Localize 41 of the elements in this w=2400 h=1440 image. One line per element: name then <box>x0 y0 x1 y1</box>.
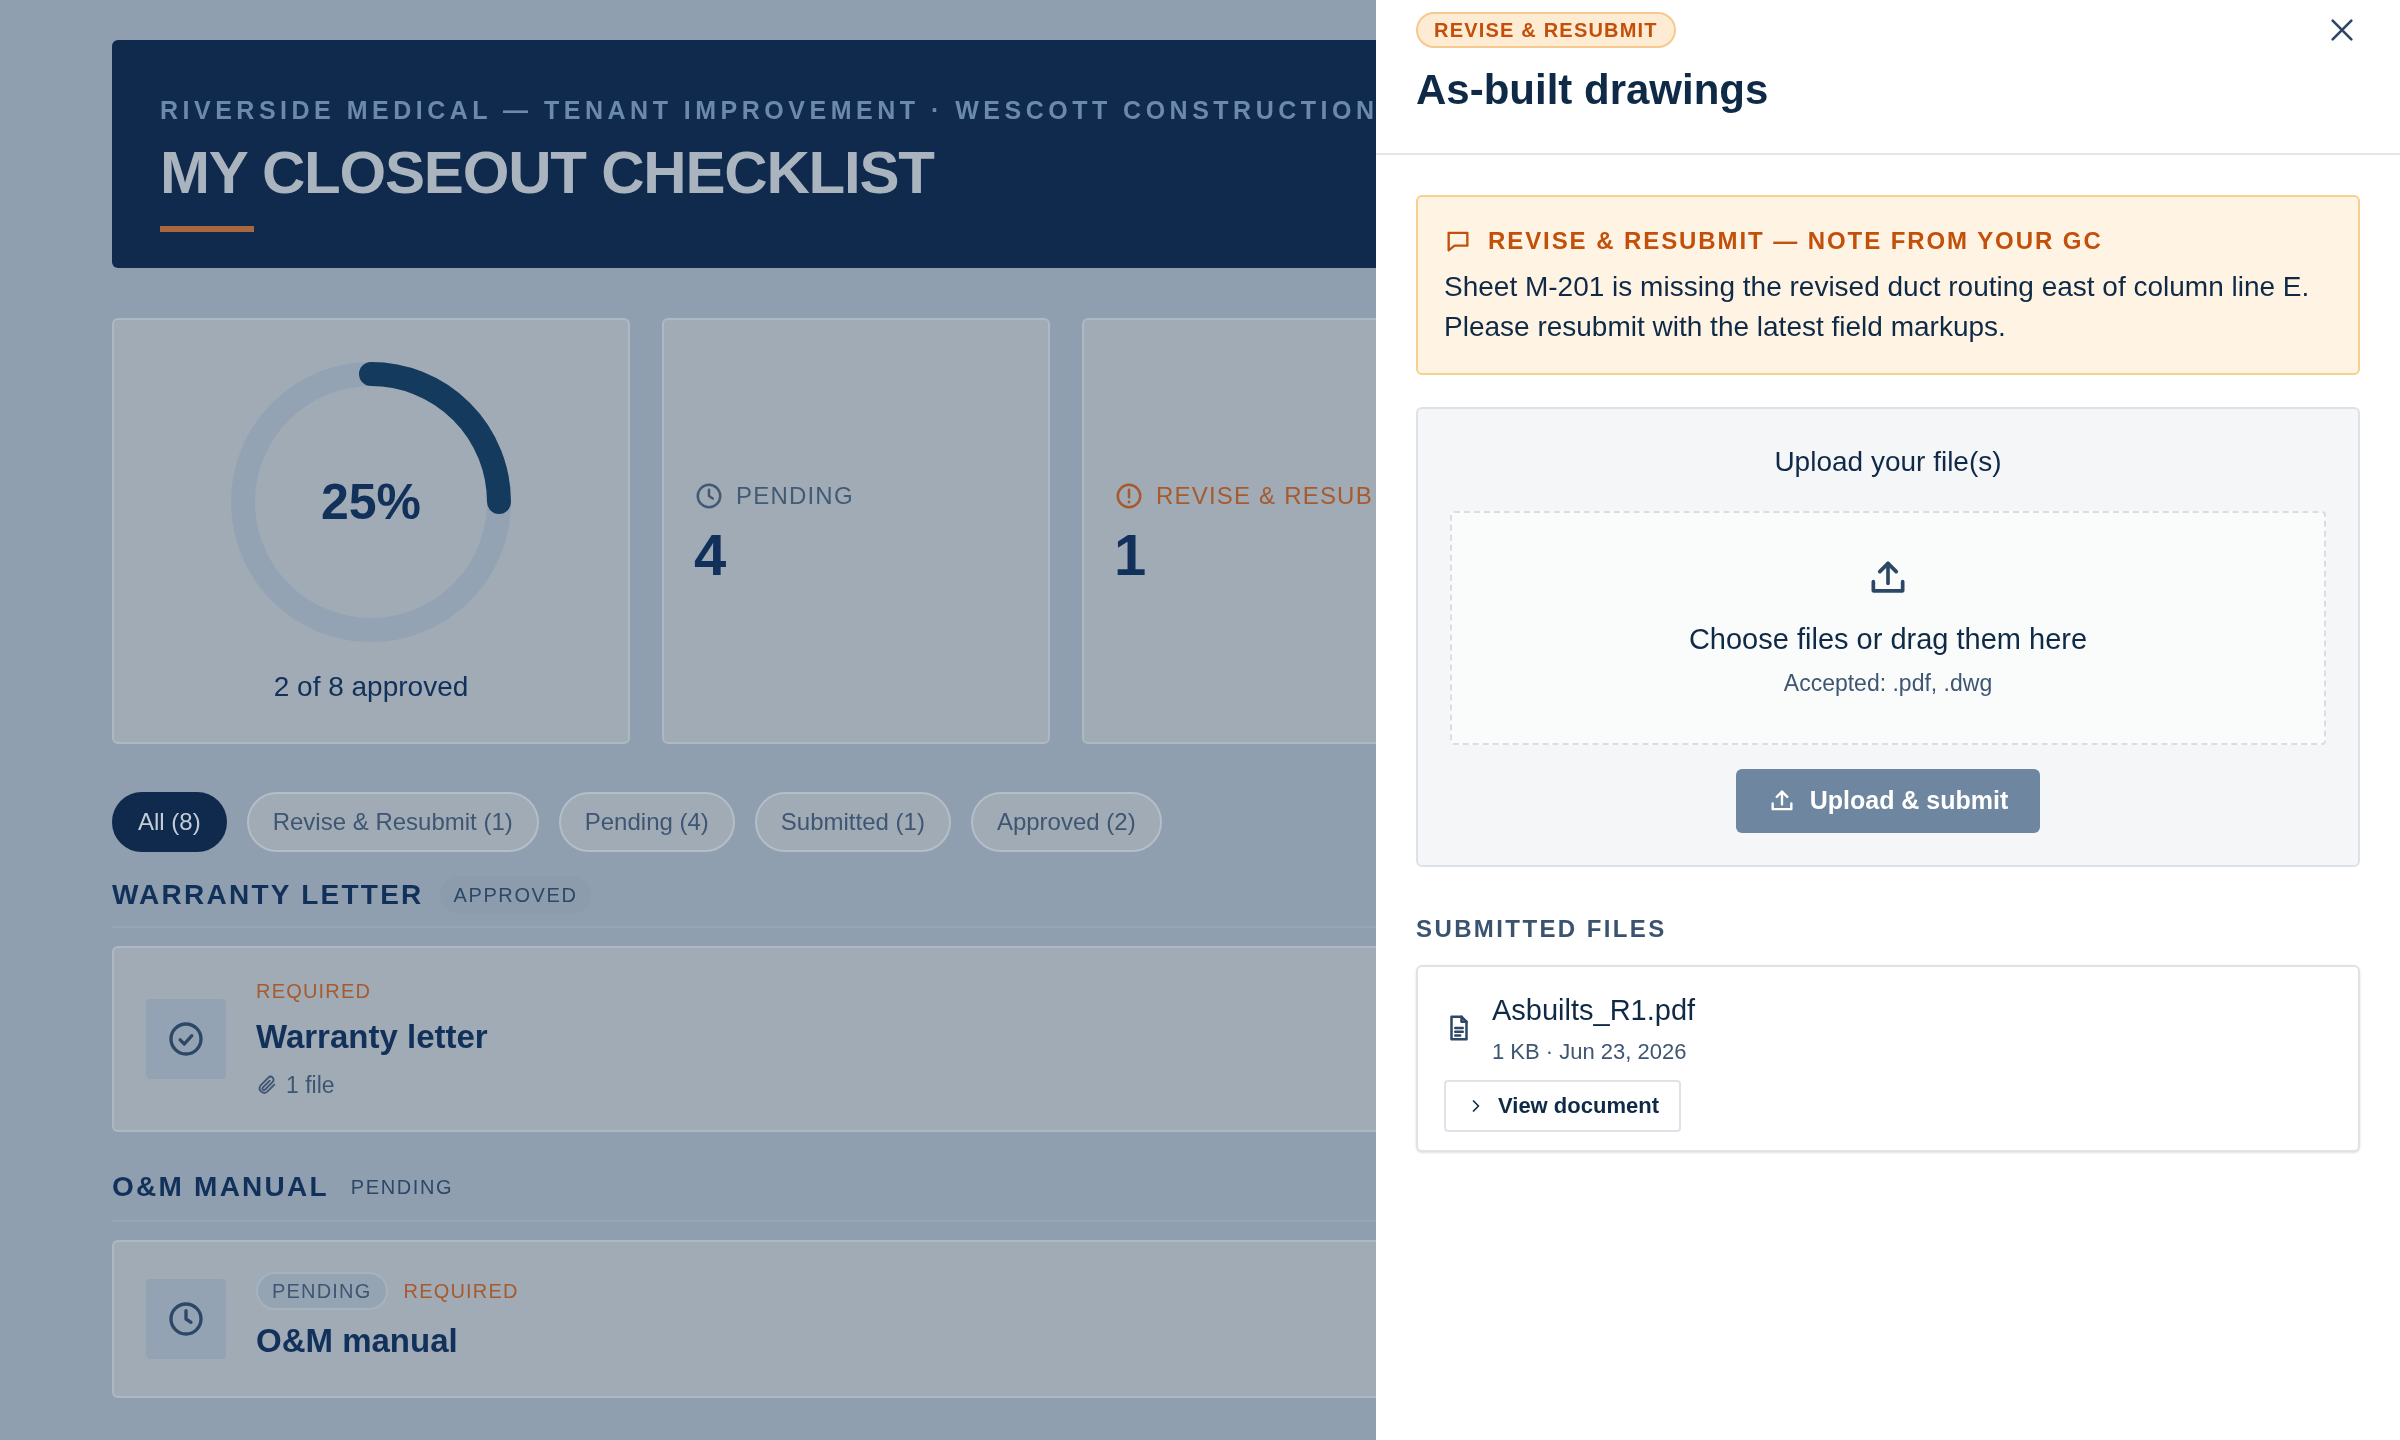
clock-icon <box>694 481 724 511</box>
status-label: PENDING <box>349 1175 455 1200</box>
section-heading: SUBMITTED FILES <box>1416 914 1668 944</box>
stat-label: PENDING <box>736 481 854 511</box>
stat-value: 4 <box>694 526 728 584</box>
filter-chip[interactable]: Approved (2) <box>970 792 1162 852</box>
filter-chip[interactable]: All (8) <box>112 792 227 852</box>
stat-label: REVISE & RESUB <box>1156 481 1373 511</box>
drop-prompt: Choose files or drag them here <box>1688 622 2088 657</box>
item-title: Warranty letter <box>256 1017 488 1057</box>
check-circle-icon <box>166 1019 206 1059</box>
progress-percent: 25% <box>320 472 422 532</box>
filter-chip[interactable]: Submitted (1) <box>754 792 951 852</box>
filter-chip[interactable]: Revise & Resubmit (1) <box>246 792 539 852</box>
clock-icon <box>166 1299 206 1339</box>
status-badge: PENDING <box>256 1272 388 1311</box>
status-badge: REVISE & RESUBMIT <box>1416 12 1676 48</box>
paperclip-icon <box>256 1073 278 1096</box>
alert-icon <box>1114 481 1144 511</box>
progress-caption: 2 of 8 approved <box>273 670 469 704</box>
item-card[interactable]: REQUIRED Warranty letter 1 file <box>112 946 1376 1132</box>
status-badge: APPROVED <box>439 876 592 914</box>
file-count: 1 file <box>286 1070 335 1100</box>
view-document-button[interactable]: View document <box>1444 1079 1681 1132</box>
page-title: MY CLOSEOUT CHECKLIST <box>160 137 936 208</box>
item-title: O&M manual <box>256 1321 459 1362</box>
required-label: REQUIRED <box>256 979 372 1004</box>
item-card[interactable]: PENDING REQUIRED O&M manual <box>112 1240 1376 1398</box>
section-title: WARRANTY LETTER <box>112 878 424 912</box>
required-label: REQUIRED <box>403 1279 519 1305</box>
note-text: Sheet M-201 is missing the revised duct routing east of column line E. Please resubmit with the latest field markups. <box>1444 270 2311 344</box>
file-meta: 1 KB · Jun 23, 2026 <box>1492 1037 1688 1066</box>
filter-chip[interactable]: Pending (4) <box>558 792 735 852</box>
note-heading: REVISE & RESUBMIT — NOTE FROM YOUR GC <box>1488 226 2103 256</box>
project-subtitle: RIVERSIDE MEDICAL — TENANT IMPROVEMENT · WESCOTT CONSTRUCTION <box>160 95 1380 126</box>
file-name: Asbuilts_R1.pdf <box>1492 993 1696 1028</box>
accepted-types: Accepted: .pdf, .dwg <box>1783 668 1993 698</box>
panel-title: As-built drawings <box>1416 65 1770 115</box>
section-title: O&M MANUAL <box>112 1170 329 1204</box>
upload-heading: Upload your file(s) <box>1774 445 2002 479</box>
stat-value: 1 <box>1114 526 1148 584</box>
